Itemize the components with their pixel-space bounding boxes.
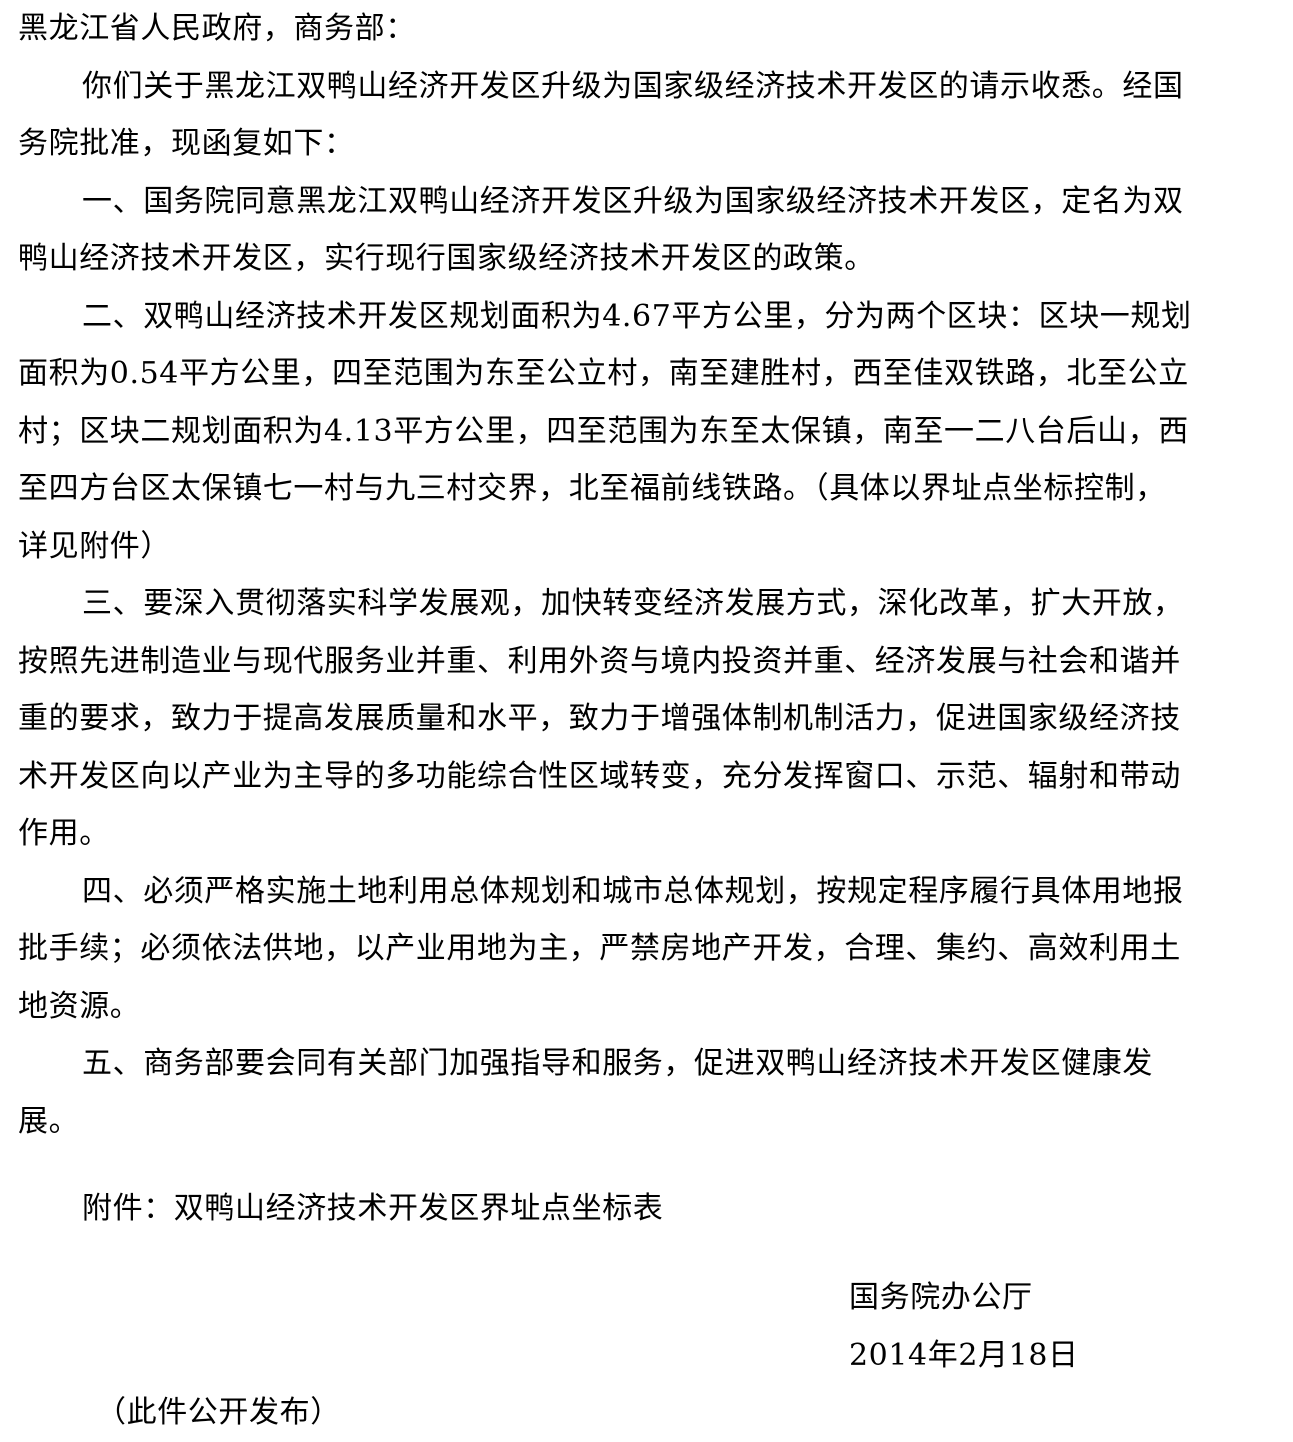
paragraph-item-2-line: 村；区块二规划面积为4.13平方公里，四至范围为东至太保镇，南至一二八台后山，西 — [18, 413, 1189, 449]
paragraph-item-4-line: 地资源。 — [18, 988, 141, 1024]
document-body: 黑龙江省人民政府，商务部： 你们关于黑龙江双鸭山经济开发区升级为国家级经济技术开… — [18, 0, 1233, 1238]
paragraph-item-5-line: 五、商务部要会同有关部门加强指导和服务，促进双鸭山经济技术开发区健康发 — [82, 1046, 1153, 1081]
paragraph-item-1-line: 一、国务院同意黑龙江双鸭山经济开发区升级为国家级经济技术开发区，定名为双 — [82, 183, 1184, 219]
paragraph-item-2-line: 详见附件） — [18, 528, 171, 564]
paragraph-item-3-line: 三、要深入贯彻落实科学发展观，加快转变经济发展方式，深化改革，扩大开放， — [82, 586, 1184, 621]
addressee: 黑龙江省人民政府，商务部： — [18, 11, 416, 46]
paragraph-intro-line: 你们关于黑龙江双鸭山经济开发区升级为国家级经济技术开发区的请示收悉。经国 — [82, 68, 1184, 104]
paragraph-item-4-line: 批手续；必须依法供地，以产业用地为主，严禁房地产开发，合理、集约、高效利用土 — [18, 931, 1181, 966]
paragraph-item-2-line: 二、双鸭山经济技术开发区规划面积为4.67平方公里，分为两个区块：区块一规划 — [82, 298, 1192, 334]
paragraph-item-3-line: 作用。 — [18, 816, 110, 851]
publication-note: （此件公开发布） — [96, 1395, 341, 1430]
paragraph-item-5-line: 展。 — [18, 1103, 80, 1139]
paragraph-item-3-line: 重的要求，致力于提高发展质量和水平，致力于增强体制机制活力，促进国家级经济技 — [18, 701, 1181, 736]
paragraph-item-3-line: 术开发区向以产业为主导的多功能综合性区域转变，充分发挥窗口、示范、辐射和带动 — [18, 758, 1181, 794]
paragraph-item-2-line: 面积为0.54平方公里，四至范围为东至公立村，南至建胜村，西至佳双铁路，北至公立 — [18, 356, 1189, 391]
paragraph-intro-line: 务院批准，现函复如下： — [18, 126, 355, 161]
paragraph-item-3-line: 按照先进制造业与现代服务业并重、利用外资与境内投资并重、经济发展与社会和谐并 — [18, 643, 1181, 679]
attachment-note: 附件：双鸭山经济技术开发区界址点坐标表 — [82, 1191, 664, 1226]
paragraph-item-4-line: 四、必须严格实施土地利用总体规划和城市总体规划，按规定程序履行具体用地报 — [82, 873, 1184, 909]
signature-org: 国务院办公厅 — [849, 1280, 1033, 1315]
paragraph-item-2-line: 至四方台区太保镇七一村与九三村交界，北至福前线铁路。（具体以界址点坐标控制， — [18, 471, 1166, 506]
paragraph-item-1-line: 鸭山经济技术开发区，实行现行国家级经济技术开发区的政策。 — [18, 241, 875, 276]
signature-date: 2014年2月18日 — [849, 1338, 1079, 1373]
